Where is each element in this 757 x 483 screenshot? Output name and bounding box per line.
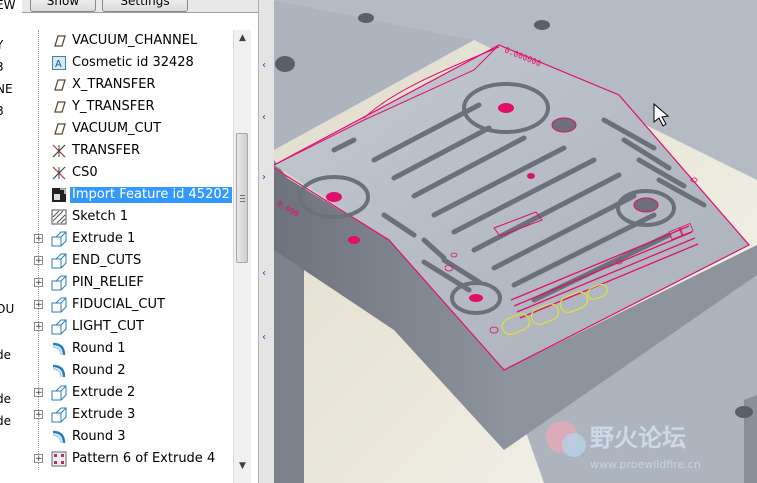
tree-item-label: Cosmetic id 32428: [72, 55, 194, 70]
tree-item[interactable]: CS0: [22, 162, 232, 184]
extrude-icon: [51, 231, 67, 247]
extrude-icon: [51, 319, 67, 335]
scroll-down-arrow-icon[interactable]: ▼: [234, 458, 251, 475]
tree-item[interactable]: X_TRANSFER: [22, 74, 232, 96]
clipped-text: NE: [0, 82, 13, 96]
tree-item[interactable]: + PIN_RELIEF: [22, 272, 232, 294]
tree-item[interactable]: VACUUM_CUT: [22, 118, 232, 140]
import-feature-icon: [51, 187, 67, 203]
expand-icon[interactable]: +: [34, 234, 43, 244]
tree-item[interactable]: + Extrude 3: [22, 404, 232, 426]
tree-item[interactable]: + Extrude 2: [22, 382, 232, 404]
tree-item[interactable]: Round 3: [22, 426, 232, 448]
sash-arrow-icon[interactable]: ‹: [262, 332, 266, 343]
clipped-text: OU: [0, 302, 15, 316]
coordinate-system-icon: [51, 165, 67, 181]
expand-icon[interactable]: +: [34, 454, 43, 464]
tree-item-label: Round 1: [72, 341, 126, 356]
expand-icon[interactable]: +: [34, 322, 43, 332]
svg-text:A: A: [55, 59, 62, 70]
settings-button[interactable]: Settings: [102, 0, 188, 12]
tree-item[interactable]: A Cosmetic id 32428: [22, 52, 232, 74]
tree-item-label: Round 2: [72, 363, 126, 378]
cosmetic-icon: A: [51, 55, 67, 71]
tree-item-label: VACUUM_CHANNEL: [72, 33, 198, 48]
tree-item-label: PIN_RELIEF: [72, 275, 144, 290]
tree-toolbar: Show Settings: [22, 0, 258, 13]
sash-arrow-icon[interactable]: ‹: [262, 112, 266, 123]
expand-icon[interactable]: +: [34, 278, 43, 288]
model-tree-panel: Show Settings VACUUM_CHANNEL A Cosmetic id…: [22, 0, 258, 483]
datum-plane-icon: [51, 33, 67, 49]
clipped-text: de: [0, 414, 11, 428]
tree-item-label: X_TRANSFER: [72, 77, 156, 92]
tree-item-label: TRANSFER: [72, 143, 141, 158]
tree-item-label: Sketch 1: [72, 209, 129, 224]
tree-item[interactable]: Round 1: [22, 338, 232, 360]
scroll-up-arrow-icon[interactable]: ▲: [234, 30, 251, 47]
sash-arrow-icon[interactable]: ›: [262, 172, 266, 183]
datum-plane-icon: [51, 99, 67, 115]
tree-item-label: Extrude 3: [72, 407, 136, 422]
extrude-icon: [51, 385, 67, 401]
round-icon: [51, 363, 67, 379]
clipped-text: de: [0, 348, 11, 362]
extrude-icon: [51, 275, 67, 291]
datum-plane-icon: [51, 121, 67, 137]
expand-icon[interactable]: +: [34, 388, 43, 398]
watermark-url: www.proewildfire.cn: [590, 458, 701, 471]
tree-item-label: FIDUCIAL_CUT: [72, 297, 165, 312]
sketch-icon: [51, 209, 67, 225]
expand-icon[interactable]: +: [34, 256, 43, 266]
tree-item[interactable]: + Pattern 6 of Extrude 4: [22, 448, 232, 470]
tree-item[interactable]: + FIDUCIAL_CUT: [22, 294, 232, 316]
tree-item-label: Extrude 1: [72, 231, 136, 246]
tree-item-label: CS0: [72, 165, 98, 180]
clipped-text: EW: [0, 0, 16, 12]
tree-scrollbar[interactable]: ▲ ▼: [233, 30, 251, 483]
tree-item[interactable]: + LIGHT_CUT: [22, 316, 232, 338]
tree-item-label: Import Feature id 45202: [70, 187, 232, 203]
tree-item-label: Round 3: [72, 429, 126, 444]
scroll-thumb[interactable]: [236, 133, 248, 263]
pattern-icon: [51, 451, 67, 467]
tree-item[interactable]: Y_TRANSFER: [22, 96, 232, 118]
tree-item-label: Y_TRANSFER: [72, 99, 155, 114]
tree-item-label: Pattern 6 of Extrude 4: [72, 451, 216, 466]
sash-arrow-icon[interactable]: ‹: [262, 268, 266, 279]
tree-item-label: END_CUTS: [72, 253, 142, 268]
tree-item[interactable]: VACUUM_CHANNEL: [22, 30, 232, 52]
sash-arrow-icon[interactable]: ‹: [262, 60, 266, 71]
clipped-text: Y: [0, 38, 3, 52]
tree-item[interactable]: Sketch 1: [22, 206, 232, 228]
show-button[interactable]: Show: [30, 0, 96, 12]
tree-item-label: VACUUM_CUT: [72, 121, 162, 136]
coordinate-system-icon: [51, 143, 67, 159]
tree-item[interactable]: Round 2: [22, 360, 232, 382]
left-clipped-panel: EW Y 3 NE 8 OU de de de: [0, 0, 23, 483]
tree-item[interactable]: TRANSFER: [22, 140, 232, 162]
graphics-viewport[interactable]: 0.000000 0.000 野火论坛 www.proewildfire.cn: [274, 0, 757, 483]
watermark-cn: 野火论坛: [590, 424, 686, 452]
extrude-icon: [51, 297, 67, 313]
expand-icon[interactable]: +: [34, 300, 43, 310]
expand-icon[interactable]: +: [34, 410, 43, 420]
cad-model: 0.000000 0.000 野火论坛 www.proewildfire.cn: [274, 0, 757, 483]
tree-item-label: Extrude 2: [72, 385, 136, 400]
round-icon: [51, 429, 67, 445]
clipped-text: de: [0, 392, 11, 406]
extrude-icon: [51, 407, 67, 423]
tree-item[interactable]: + Extrude 1: [22, 228, 232, 250]
datum-plane-icon: [51, 77, 67, 93]
tree-item[interactable]: Import Feature id 45202: [22, 184, 232, 206]
clipped-text: 8: [0, 104, 4, 118]
tree-item-label: LIGHT_CUT: [72, 319, 144, 334]
extrude-icon: [51, 253, 67, 269]
tree-item[interactable]: + END_CUTS: [22, 250, 232, 272]
round-icon: [51, 341, 67, 357]
clipped-text: 3: [0, 60, 4, 74]
